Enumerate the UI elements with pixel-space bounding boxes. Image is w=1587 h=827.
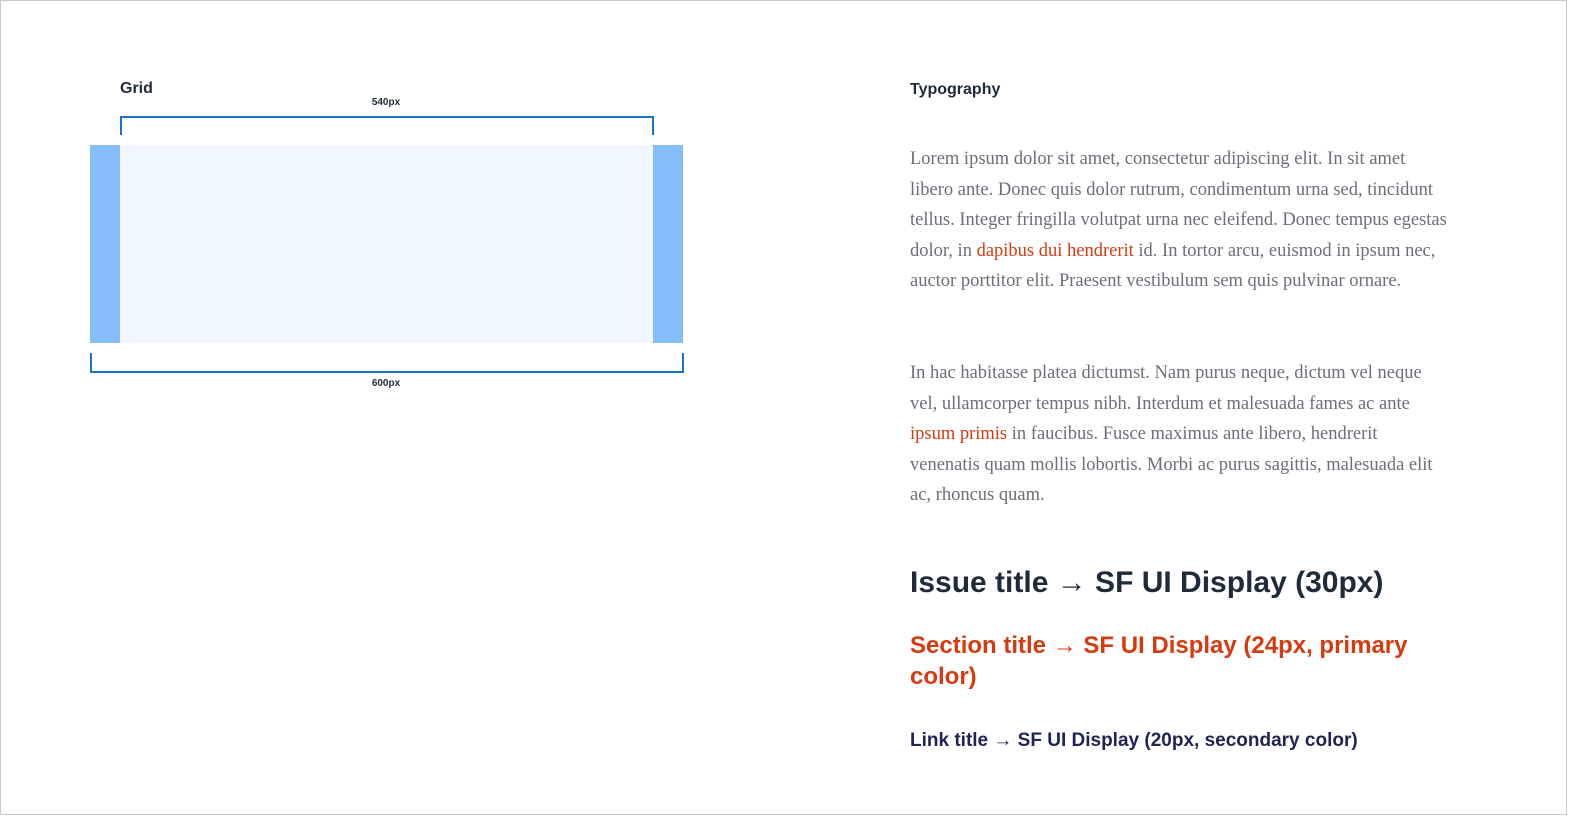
inner-width-bracket (120, 116, 654, 135)
paragraph-text: In hac habitasse platea dictumst. Nam pu… (910, 363, 1422, 414)
grid-content-area (120, 145, 653, 343)
grid-heading: Grid (120, 80, 153, 97)
typography-heading: Typography (910, 81, 1001, 98)
left-gutter (90, 145, 120, 343)
link-title-sample[interactable]: Link title → SF UI Display (20px, second… (910, 728, 1530, 754)
inline-link-ipsum-primis[interactable]: ipsum primis (910, 424, 1007, 444)
outer-width-bracket (90, 353, 684, 373)
outer-width-label: 600px (371, 378, 401, 389)
body-paragraph-2: In hac habitasse platea dictumst. Nam pu… (910, 358, 1450, 511)
right-gutter (653, 145, 683, 343)
inline-link-dapibus[interactable]: dapibus dui hendrerit (977, 241, 1134, 261)
section-title-sample: Section title → SF UI Display (24px, pri… (910, 632, 1408, 690)
body-paragraph-1: Lorem ipsum dolor sit amet, consectetur … (910, 144, 1450, 297)
issue-title-sample: Issue title → SF UI Display (30px) (910, 566, 1384, 599)
inner-width-label: 540px (371, 97, 401, 108)
